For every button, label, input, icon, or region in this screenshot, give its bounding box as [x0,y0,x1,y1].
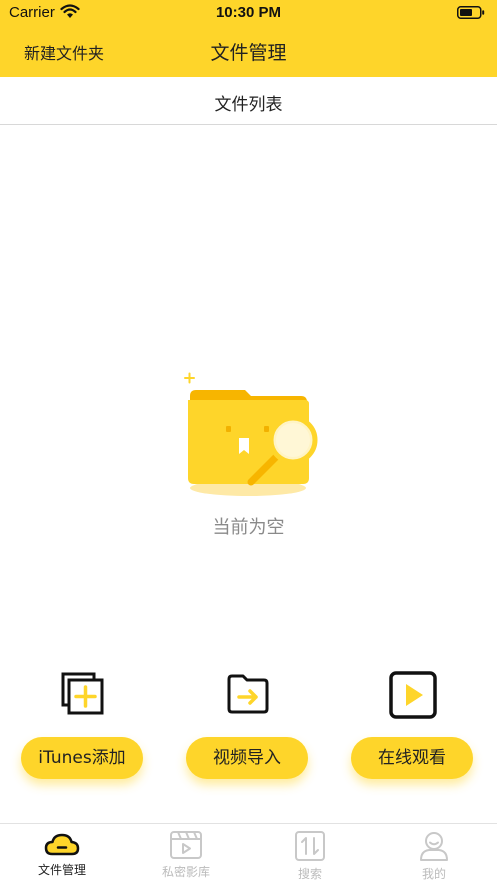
online-watch-action: 在线观看 [351,670,475,779]
itunes-add-button[interactable]: iTunes添加 [21,737,143,779]
empty-text: 当前为空 [212,517,285,538]
sort-arrows-icon [295,831,325,861]
tab-private-library[interactable]: 私密影库 [136,830,236,880]
tab-file-management[interactable]: 文件管理 [12,830,112,878]
nav-bar: 新建文件夹 文件管理 [0,26,497,77]
tab-label: 私密影库 [161,865,210,879]
copy-add-icon [61,672,104,715]
tab-label: 我的 [421,867,446,881]
cloud-icon [44,833,80,856]
tab-label: 文件管理 [37,863,86,877]
clock: 10:30 PM [215,4,282,21]
battery-icon [457,6,485,19]
tab-label: 搜索 [297,867,322,881]
folder-import-icon [227,674,269,714]
file-list-label: 文件列表 [214,95,283,115]
file-list-header: 文件列表 [0,77,497,125]
tab-search[interactable]: 搜索 [260,830,360,882]
video-import-action: 视频导入 [186,670,310,779]
empty-folder-icon [184,372,318,496]
online-watch-button[interactable]: 在线观看 [351,737,473,779]
new-folder-button[interactable]: 新建文件夹 [24,40,104,64]
tab-bar: 文件管理 私密影库 搜索 我的 [0,823,497,884]
video-import-button[interactable]: 视频导入 [186,737,308,779]
itunes-add-action: iTunes添加 [21,670,145,779]
video-library-icon [170,831,202,859]
tab-mine[interactable]: 我的 [384,830,484,882]
status-bar: Carrier 10:30 PM [0,0,497,26]
user-icon [420,832,448,861]
play-box-icon [389,671,437,719]
